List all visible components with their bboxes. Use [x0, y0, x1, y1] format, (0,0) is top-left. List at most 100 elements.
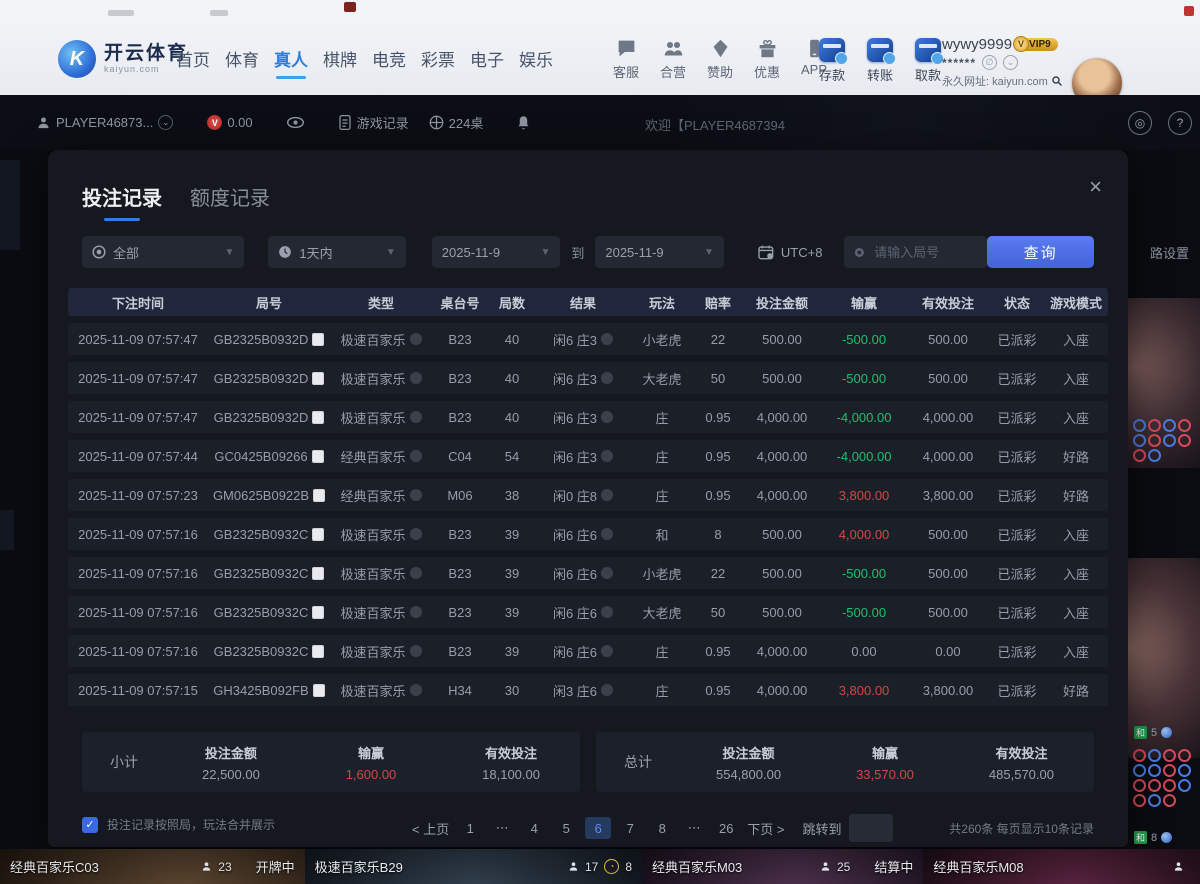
info-icon[interactable] — [410, 567, 422, 579]
tables-count[interactable]: 224桌 — [429, 113, 484, 132]
info-icon[interactable] — [601, 450, 613, 462]
copy-icon[interactable] — [313, 489, 325, 502]
search-circle-icon[interactable]: ◎ — [1128, 111, 1152, 135]
info-icon[interactable] — [410, 333, 422, 345]
jump-page-input[interactable] — [849, 814, 893, 842]
cell-mode: 入座 — [1044, 408, 1108, 427]
page-8[interactable]: 8 — [649, 817, 675, 839]
wallet-link-转账[interactable]: 转账 — [861, 38, 899, 84]
cell-odds: 0.95 — [694, 488, 742, 503]
table-card-3[interactable]: 经典百家乐M0325结算中 — [642, 849, 923, 884]
result-text: 闲6 庄3 — [553, 330, 597, 349]
timezone[interactable]: UTC+8 — [758, 245, 823, 260]
copy-icon[interactable] — [312, 567, 324, 580]
merge-checkbox[interactable]: ✓ — [82, 817, 98, 833]
page-7[interactable]: 7 — [617, 817, 643, 839]
help-icon[interactable]: ? — [1168, 111, 1192, 135]
round-search-input[interactable] — [872, 244, 977, 261]
info-icon[interactable] — [410, 528, 422, 540]
category-dropdown[interactable]: 全部▼ — [82, 236, 244, 268]
eye-off-icon[interactable]: ∅ — [982, 55, 997, 70]
cell-play: 庄 — [630, 408, 694, 427]
page-4[interactable]: 4 — [521, 817, 547, 839]
player-menu[interactable]: PLAYER46873... ⌄ — [36, 115, 173, 130]
magnifier-icon[interactable] — [1051, 75, 1063, 87]
cell-win: -500.00 — [822, 605, 906, 620]
quick-link-客服[interactable]: 客服 — [608, 38, 644, 81]
nav-item-娱乐[interactable]: 娱乐 — [519, 46, 553, 79]
copy-icon[interactable] — [312, 606, 324, 619]
quick-link-优惠[interactable]: 优惠 — [749, 38, 785, 81]
copy-icon[interactable] — [312, 372, 324, 385]
tab-bet-records[interactable]: 投注记录 — [82, 182, 162, 221]
page-ellipsis[interactable]: ⋯ — [681, 817, 707, 839]
info-icon[interactable] — [601, 684, 613, 696]
page-ellipsis[interactable]: ⋯ — [489, 817, 515, 839]
info-icon[interactable] — [601, 567, 613, 579]
info-icon[interactable] — [601, 411, 613, 423]
quick-link-赞助[interactable]: 赞助 — [702, 38, 738, 81]
notifications[interactable] — [517, 115, 530, 130]
total-win: 33,570.00 — [856, 767, 914, 782]
balance[interactable]: V 0.00 — [207, 115, 252, 130]
copy-icon[interactable] — [312, 450, 324, 463]
game-record-link[interactable]: 游戏记录 — [338, 113, 409, 132]
ball-icon — [1161, 727, 1172, 738]
info-icon[interactable] — [601, 372, 613, 384]
round-search[interactable] — [844, 236, 987, 268]
nav-item-彩票[interactable]: 彩票 — [421, 46, 455, 79]
copy-icon[interactable] — [312, 333, 324, 346]
cell-type: 极速百家乐 — [330, 564, 432, 583]
quick-link-合营[interactable]: 合营 — [655, 38, 691, 81]
clock-icon — [278, 245, 292, 259]
copy-icon[interactable] — [312, 411, 324, 424]
info-icon[interactable] — [410, 684, 422, 696]
cell-mode: 入座 — [1044, 525, 1108, 544]
copy-icon[interactable] — [312, 645, 324, 658]
info-icon[interactable] — [410, 450, 422, 462]
range-dropdown[interactable]: 1天内▼ — [268, 236, 405, 268]
table-card-4[interactable]: 经典百家乐M08 — [923, 849, 1200, 884]
table-card-1[interactable]: 经典百家乐C0323开牌中 — [0, 849, 305, 884]
info-icon[interactable] — [601, 333, 613, 345]
eye-toggle[interactable] — [287, 116, 304, 129]
nav-item-首页[interactable]: 首页 — [176, 46, 210, 79]
date-to-picker[interactable]: 2025-11-9▼ — [595, 236, 724, 268]
info-icon[interactable] — [410, 411, 422, 423]
info-icon[interactable] — [601, 528, 613, 540]
page-1[interactable]: 1 — [457, 817, 483, 839]
close-icon[interactable]: × — [1089, 176, 1102, 198]
info-icon[interactable] — [601, 645, 613, 657]
wallet-link-存款[interactable]: 存款 — [813, 38, 851, 84]
page-5[interactable]: 5 — [553, 817, 579, 839]
page-26[interactable]: 26 — [713, 817, 739, 839]
info-icon[interactable] — [410, 645, 422, 657]
round-id: GB2325B0932D — [214, 410, 309, 425]
tab-quota-records[interactable]: 额度记录 — [190, 182, 270, 221]
type-name: 经典百家乐 — [340, 486, 405, 505]
info-icon[interactable] — [601, 489, 613, 501]
nav-item-体育[interactable]: 体育 — [225, 46, 259, 79]
date-from-picker[interactable]: 2025-11-9▼ — [432, 236, 561, 268]
info-icon[interactable] — [410, 606, 422, 618]
info-icon[interactable] — [410, 489, 422, 501]
copy-icon[interactable] — [312, 528, 324, 541]
sub-header: PLAYER46873... ⌄ V 0.00 游戏记录 224桌 欢迎【PLA… — [0, 95, 1200, 150]
site-logo[interactable]: K 开云体育 kaiyun.com — [58, 40, 188, 78]
info-icon[interactable] — [601, 606, 613, 618]
bell-icon — [517, 115, 530, 130]
nav-item-电子[interactable]: 电子 — [470, 46, 504, 79]
query-button[interactable]: 查询 — [987, 236, 1094, 268]
nav-item-棋牌[interactable]: 棋牌 — [323, 46, 357, 79]
info-icon[interactable] — [410, 372, 422, 384]
copy-icon[interactable] — [313, 684, 325, 697]
nav-item-真人[interactable]: 真人 — [274, 46, 308, 79]
page-6[interactable]: 6 — [585, 817, 611, 839]
table-card-2[interactable]: 极速百家乐B2917◔8 — [305, 849, 642, 884]
cell-status: 已派彩 — [990, 447, 1044, 466]
next-page-button[interactable]: 下页 > — [747, 819, 784, 838]
nav-item-电竞[interactable]: 电竞 — [372, 46, 406, 79]
refresh-chevron-icon[interactable]: ⌄ — [1003, 55, 1018, 70]
round-id: GB2325B0932D — [214, 332, 309, 347]
prev-page-button[interactable]: < 上页 — [412, 819, 449, 838]
